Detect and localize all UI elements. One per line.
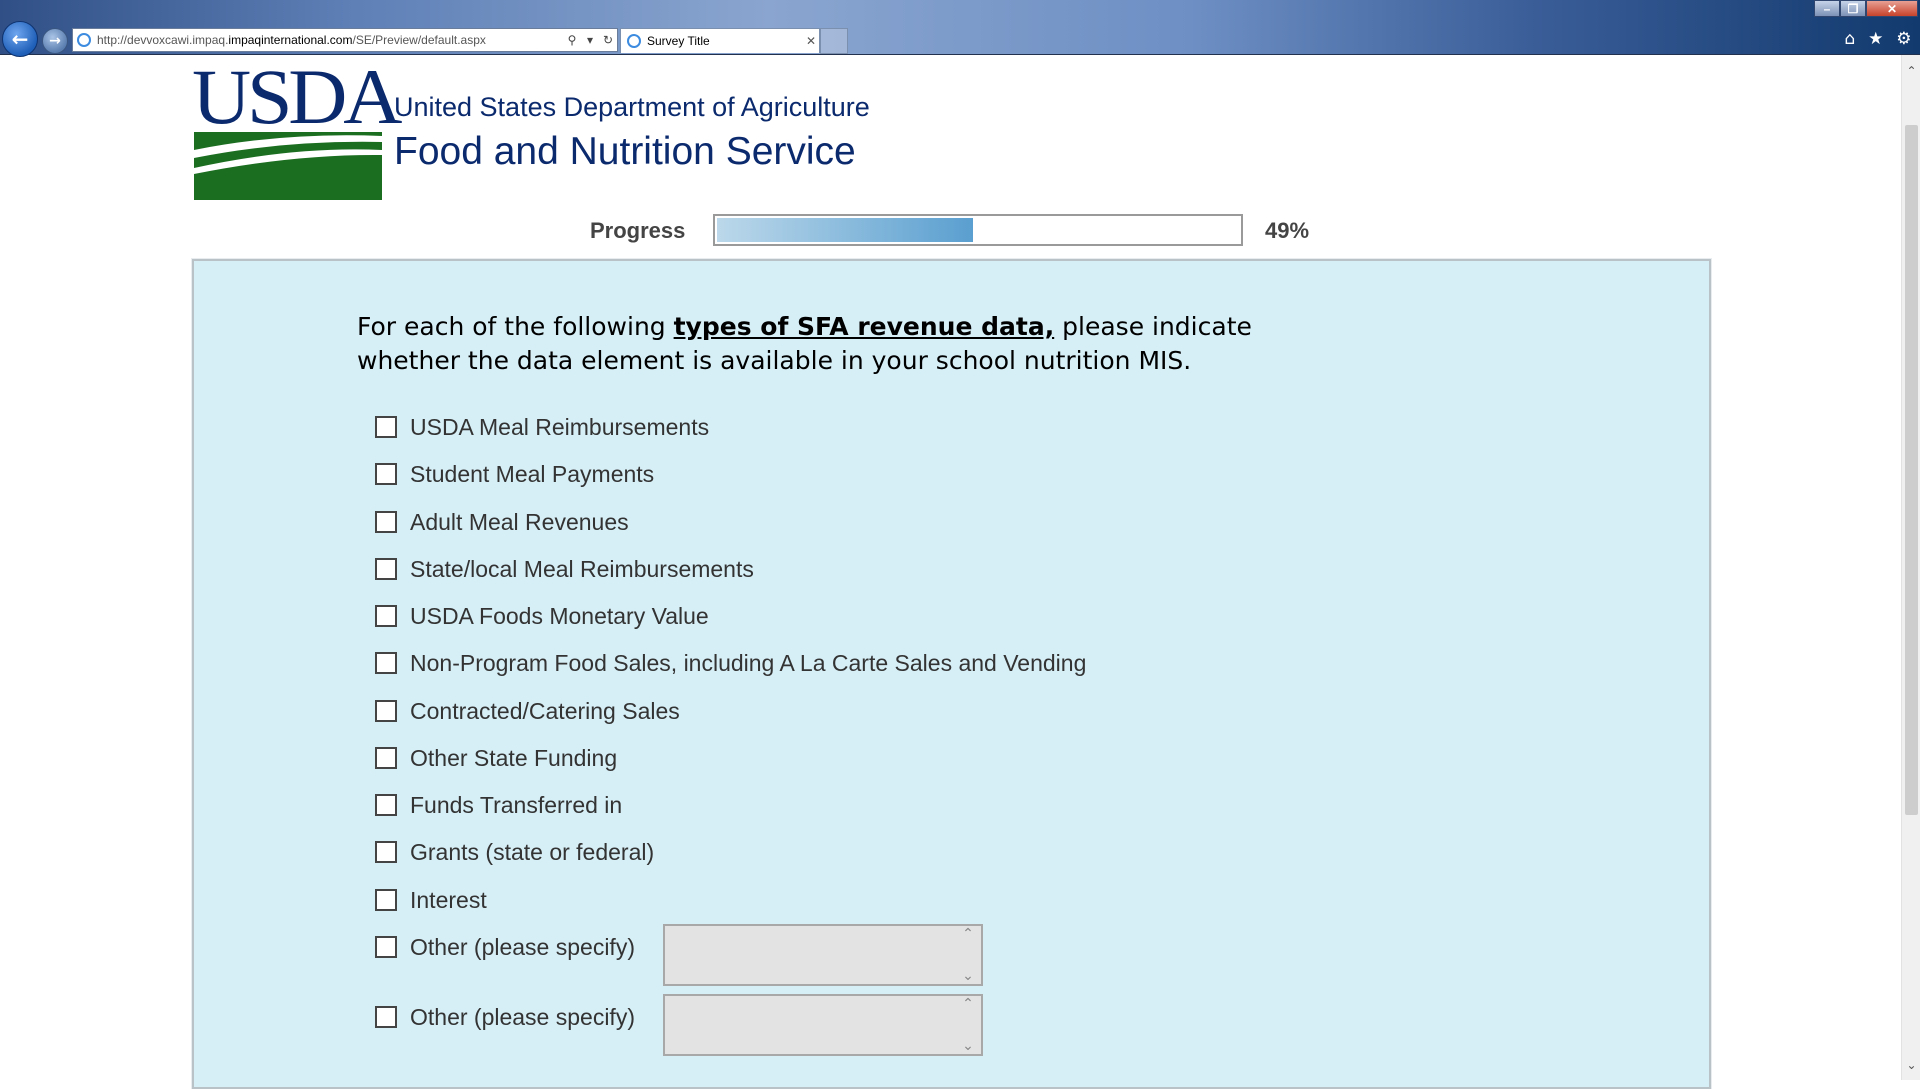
refresh-icon[interactable]: ↻: [599, 33, 617, 47]
option-non-program-food-sales[interactable]: Non-Program Food Sales, including A La C…: [375, 643, 1086, 683]
progress-label: Progress: [590, 218, 686, 243]
checkbox[interactable]: [375, 558, 397, 580]
chevron-down-icon[interactable]: ⌄: [962, 1038, 974, 1054]
checkbox[interactable]: [375, 889, 397, 911]
agency-subname: Food and Nutrition Service: [394, 130, 856, 173]
option-label: Other State Funding: [410, 744, 618, 771]
scroll-down-icon[interactable]: ⌄: [1902, 1055, 1920, 1075]
option-other-specify-2[interactable]: Other (please specify) ⌃ ⌄: [375, 994, 983, 1056]
tab-title: Survey Title: [647, 34, 710, 48]
option-state-local-meal-reimbursements[interactable]: State/local Meal Reimbursements: [375, 549, 754, 589]
agency-name: United States Department of Agriculture: [394, 92, 870, 122]
new-tab-button[interactable]: [820, 28, 848, 54]
option-label: Grants (state or federal): [410, 838, 655, 865]
window-controls: – ❐ ✕: [1814, 0, 1918, 17]
checkbox[interactable]: [375, 1006, 397, 1028]
option-usda-meal-reimbursements[interactable]: USDA Meal Reimbursements: [375, 407, 709, 447]
tab-close-icon[interactable]: ✕: [803, 34, 819, 48]
progress-bar: [713, 214, 1243, 246]
search-icon[interactable]: ⚲: [563, 33, 581, 47]
gear-icon[interactable]: ⚙: [1896, 29, 1911, 49]
progress-percent: 49%: [1265, 218, 1310, 243]
option-grants[interactable]: Grants (state or federal): [375, 832, 654, 872]
scroll-up-icon[interactable]: ⌃: [1902, 61, 1920, 81]
chevron-up-icon[interactable]: ⌃: [962, 996, 974, 1012]
option-funds-transferred-in[interactable]: Funds Transferred in: [375, 785, 622, 825]
option-other-specify-1[interactable]: Other (please specify) ⌃ ⌄: [375, 924, 983, 986]
scroll-thumb[interactable]: [1905, 125, 1918, 815]
question-emphasis: types of SFA revenue data,: [673, 312, 1055, 341]
checkbox[interactable]: [375, 747, 397, 769]
option-label: Contracted/Catering Sales: [410, 697, 680, 724]
home-icon[interactable]: ⌂: [1844, 29, 1855, 49]
address-url[interactable]: http://devvoxcawi.impaq.impaqinternation…: [97, 33, 563, 47]
option-label: Funds Transferred in: [410, 791, 623, 818]
minimize-icon[interactable]: –: [1814, 0, 1840, 17]
address-bar[interactable]: http://devvoxcawi.impaq.impaqinternation…: [72, 28, 618, 52]
back-button[interactable]: ←: [2, 21, 38, 57]
close-icon[interactable]: ✕: [1866, 0, 1918, 17]
checkbox[interactable]: [375, 841, 397, 863]
progress-fill: [717, 218, 973, 242]
option-adult-meal-revenues[interactable]: Adult Meal Revenues: [375, 502, 629, 542]
checkbox[interactable]: [375, 652, 397, 674]
checkbox[interactable]: [375, 463, 397, 485]
ie-page-icon: [77, 33, 91, 47]
option-label: USDA Foods Monetary Value: [410, 602, 709, 629]
option-interest[interactable]: Interest: [375, 880, 487, 920]
other-specify-textarea[interactable]: ⌃ ⌄: [663, 994, 983, 1056]
checkbox[interactable]: [375, 511, 397, 533]
option-label: Student Meal Payments: [410, 460, 655, 487]
dropdown-icon[interactable]: ▾: [581, 33, 599, 47]
checkbox[interactable]: [375, 936, 397, 958]
page-scrollbar[interactable]: ⌃ ⌄: [1901, 55, 1920, 1080]
option-label: Other (please specify): [410, 1003, 635, 1030]
usda-logo-field: [194, 132, 382, 200]
chevron-down-icon[interactable]: ⌄: [962, 968, 974, 984]
usda-logo-text: USDA: [192, 53, 402, 140]
ie-tab-icon: [627, 34, 641, 48]
browser-toolbar-right: ⌂ ★ ⚙: [1838, 28, 1918, 50]
option-label: Adult Meal Revenues: [410, 508, 629, 535]
question-text: For each of the following types of SFA r…: [357, 312, 1252, 375]
option-other-state-funding[interactable]: Other State Funding: [375, 738, 617, 778]
textarea-scroll[interactable]: ⌃ ⌄: [957, 926, 979, 984]
option-contracted-catering-sales[interactable]: Contracted/Catering Sales: [375, 691, 680, 731]
url-domain: impaqinternational.com: [228, 33, 353, 47]
favorites-star-icon[interactable]: ★: [1868, 29, 1883, 49]
option-label: State/local Meal Reimbursements: [410, 555, 754, 582]
option-label: Non-Program Food Sales, including A La C…: [410, 649, 1087, 676]
checkbox[interactable]: [375, 794, 397, 816]
other-specify-textarea[interactable]: ⌃ ⌄: [663, 924, 983, 986]
usda-logo: USDA: [192, 58, 402, 200]
option-label: Other (please specify): [410, 933, 635, 960]
checkbox[interactable]: [375, 700, 397, 722]
arrow-left-icon: ←: [11, 27, 29, 51]
browser-chrome: ← → http://devvoxcawi.impaq.impaqinterna…: [0, 0, 1920, 57]
chevron-up-icon[interactable]: ⌃: [962, 926, 974, 942]
option-label: Interest: [410, 886, 487, 913]
checkbox[interactable]: [375, 416, 397, 438]
arrow-right-icon: →: [49, 33, 61, 49]
option-usda-foods-monetary-value[interactable]: USDA Foods Monetary Value: [375, 596, 709, 636]
option-student-meal-payments[interactable]: Student Meal Payments: [375, 454, 654, 494]
tab-survey[interactable]: Survey Title ✕: [620, 28, 820, 53]
restore-icon[interactable]: ❐: [1840, 0, 1866, 17]
textarea-scroll[interactable]: ⌃ ⌄: [957, 996, 979, 1054]
option-label: USDA Meal Reimbursements: [410, 413, 710, 440]
forward-button[interactable]: →: [42, 28, 68, 54]
logo-stripes: [194, 135, 382, 174]
checkbox[interactable]: [375, 605, 397, 627]
